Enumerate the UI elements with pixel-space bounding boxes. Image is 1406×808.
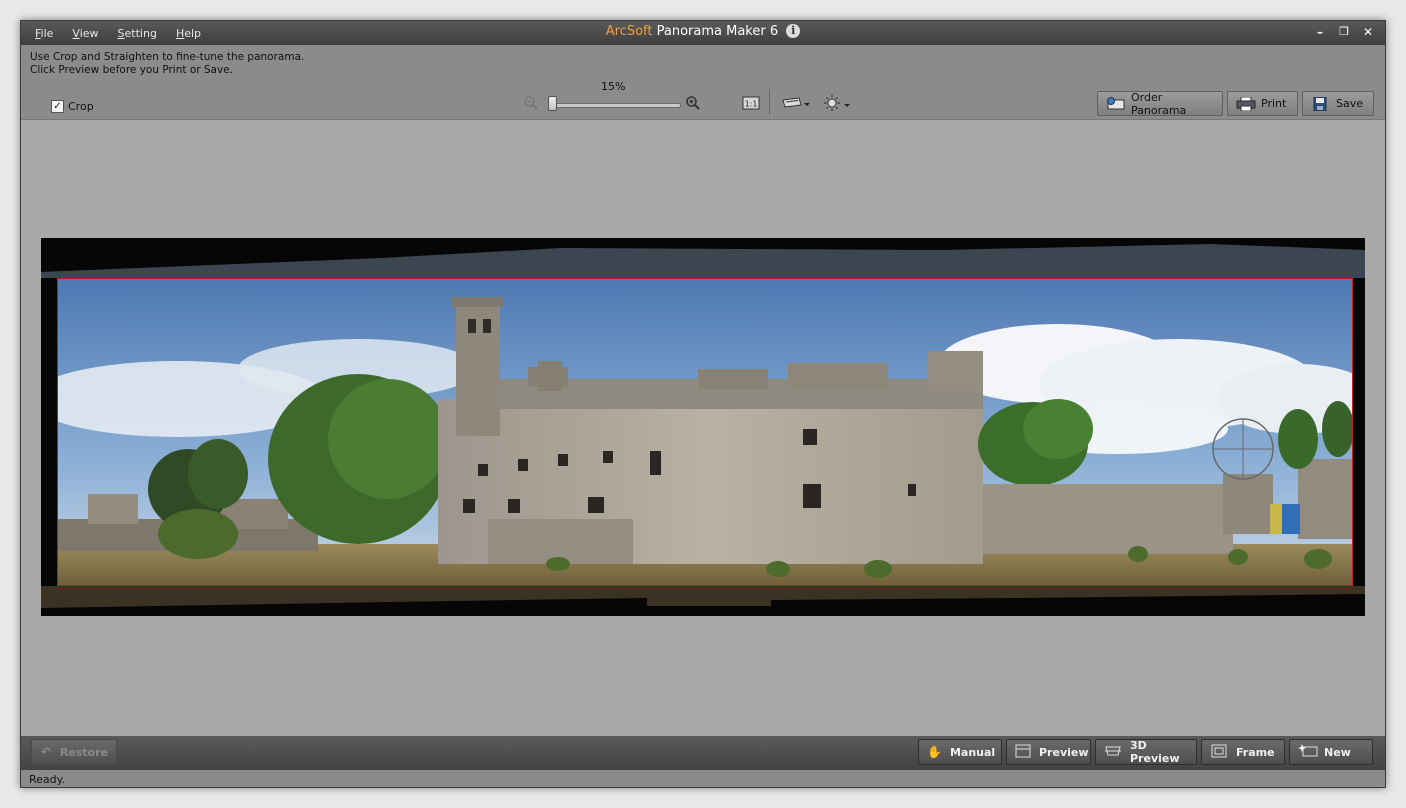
preview-button[interactable]: Preview bbox=[1006, 739, 1091, 765]
window-controls: – ❐ ✕ bbox=[1311, 23, 1377, 41]
menu-bar: File View Setting Help bbox=[35, 27, 220, 40]
svg-text:1:1: 1:1 bbox=[745, 100, 758, 109]
new-button[interactable]: New bbox=[1289, 739, 1373, 765]
preview-label: Preview bbox=[1039, 745, 1089, 759]
brand-name: ArcSoft bbox=[605, 24, 653, 39]
close-button[interactable]: ✕ bbox=[1359, 23, 1377, 41]
panorama-canvas[interactable] bbox=[41, 238, 1365, 616]
3d-preview-label: 3D Preview bbox=[1130, 739, 1180, 765]
menu-view[interactable]: View bbox=[72, 27, 98, 40]
straighten-icon[interactable] bbox=[781, 95, 811, 113]
zoom-out-icon[interactable] bbox=[522, 95, 540, 113]
restore-label: Restore bbox=[59, 745, 108, 759]
zoom-slider-track[interactable] bbox=[549, 103, 681, 108]
restore-button[interactable]: ↶ Restore bbox=[31, 739, 117, 765]
new-label: New bbox=[1324, 745, 1351, 759]
canvas-area bbox=[21, 120, 1385, 736]
preview-icon bbox=[1015, 744, 1031, 760]
frame-button[interactable]: Frame bbox=[1201, 739, 1285, 765]
restore-icon: ↶ bbox=[40, 745, 51, 759]
zoom-level-label: 15% bbox=[601, 80, 626, 93]
instructions: Use Crop and Straighten to fine-tune the… bbox=[30, 51, 304, 77]
order-icon bbox=[1106, 96, 1125, 111]
save-label: Save bbox=[1336, 97, 1364, 110]
manual-label: Manual bbox=[949, 745, 996, 759]
3d-preview-button[interactable]: 3D Preview bbox=[1095, 739, 1197, 765]
app-name: Panorama Maker 6 bbox=[656, 24, 779, 39]
app-window: File View Setting Help ArcSoft Panorama … bbox=[20, 20, 1386, 788]
zoom-in-icon[interactable] bbox=[684, 95, 702, 113]
stitch-edge-bottom bbox=[41, 586, 1365, 608]
hand-icon: ✋ bbox=[927, 745, 942, 759]
status-bar: Ready. bbox=[21, 770, 1385, 787]
frame-label: Frame bbox=[1236, 745, 1275, 759]
restore-window-button[interactable]: ❐ bbox=[1335, 23, 1353, 41]
crop-check-icon[interactable]: ✓ bbox=[51, 100, 64, 113]
zoom-slider-thumb[interactable] bbox=[548, 96, 557, 111]
frame-icon bbox=[1210, 744, 1228, 760]
save-icon bbox=[1311, 96, 1329, 111]
actual-size-icon[interactable]: 1:1 bbox=[742, 95, 760, 113]
panorama-image[interactable] bbox=[57, 278, 1353, 586]
info-icon[interactable]: i bbox=[786, 24, 801, 38]
fit-screen-icon[interactable] bbox=[713, 95, 731, 113]
order-panorama-label: Order Panorama bbox=[1131, 90, 1187, 117]
stitch-edge bbox=[41, 244, 1365, 278]
brightness-icon[interactable] bbox=[823, 95, 853, 113]
menu-help[interactable]: Help bbox=[176, 27, 201, 40]
3d-preview-icon bbox=[1104, 744, 1122, 760]
save-button[interactable]: Save bbox=[1302, 91, 1374, 116]
toolbar-separator bbox=[769, 89, 770, 115]
manual-button[interactable]: ✋ Manual bbox=[918, 739, 1002, 765]
minimize-button[interactable]: – bbox=[1311, 23, 1329, 41]
crop-checkbox[interactable]: ✓ Crop bbox=[51, 100, 94, 113]
instruction-line-2: Click Preview before you Print or Save. bbox=[30, 64, 234, 76]
bottom-toolbar: ↶ Restore ✋ Manual Preview 3D Preview Fr… bbox=[21, 736, 1385, 770]
panorama-photo bbox=[58, 279, 1352, 585]
app-title: ArcSoft Panorama Maker 6 i bbox=[21, 24, 1385, 39]
menu-setting[interactable]: Setting bbox=[118, 27, 157, 40]
order-panorama-button[interactable]: Order Panorama bbox=[1097, 90, 1223, 117]
print-label: Print bbox=[1261, 97, 1287, 110]
menu-file[interactable]: File bbox=[35, 27, 53, 40]
printer-icon bbox=[1236, 96, 1256, 111]
instruction-line-1: Use Crop and Straighten to fine-tune the… bbox=[30, 51, 305, 63]
title-bar: File View Setting Help ArcSoft Panorama … bbox=[21, 21, 1385, 45]
crop-label: Crop bbox=[68, 100, 94, 113]
print-button[interactable]: Print bbox=[1227, 91, 1298, 116]
new-project-icon bbox=[1298, 744, 1318, 760]
